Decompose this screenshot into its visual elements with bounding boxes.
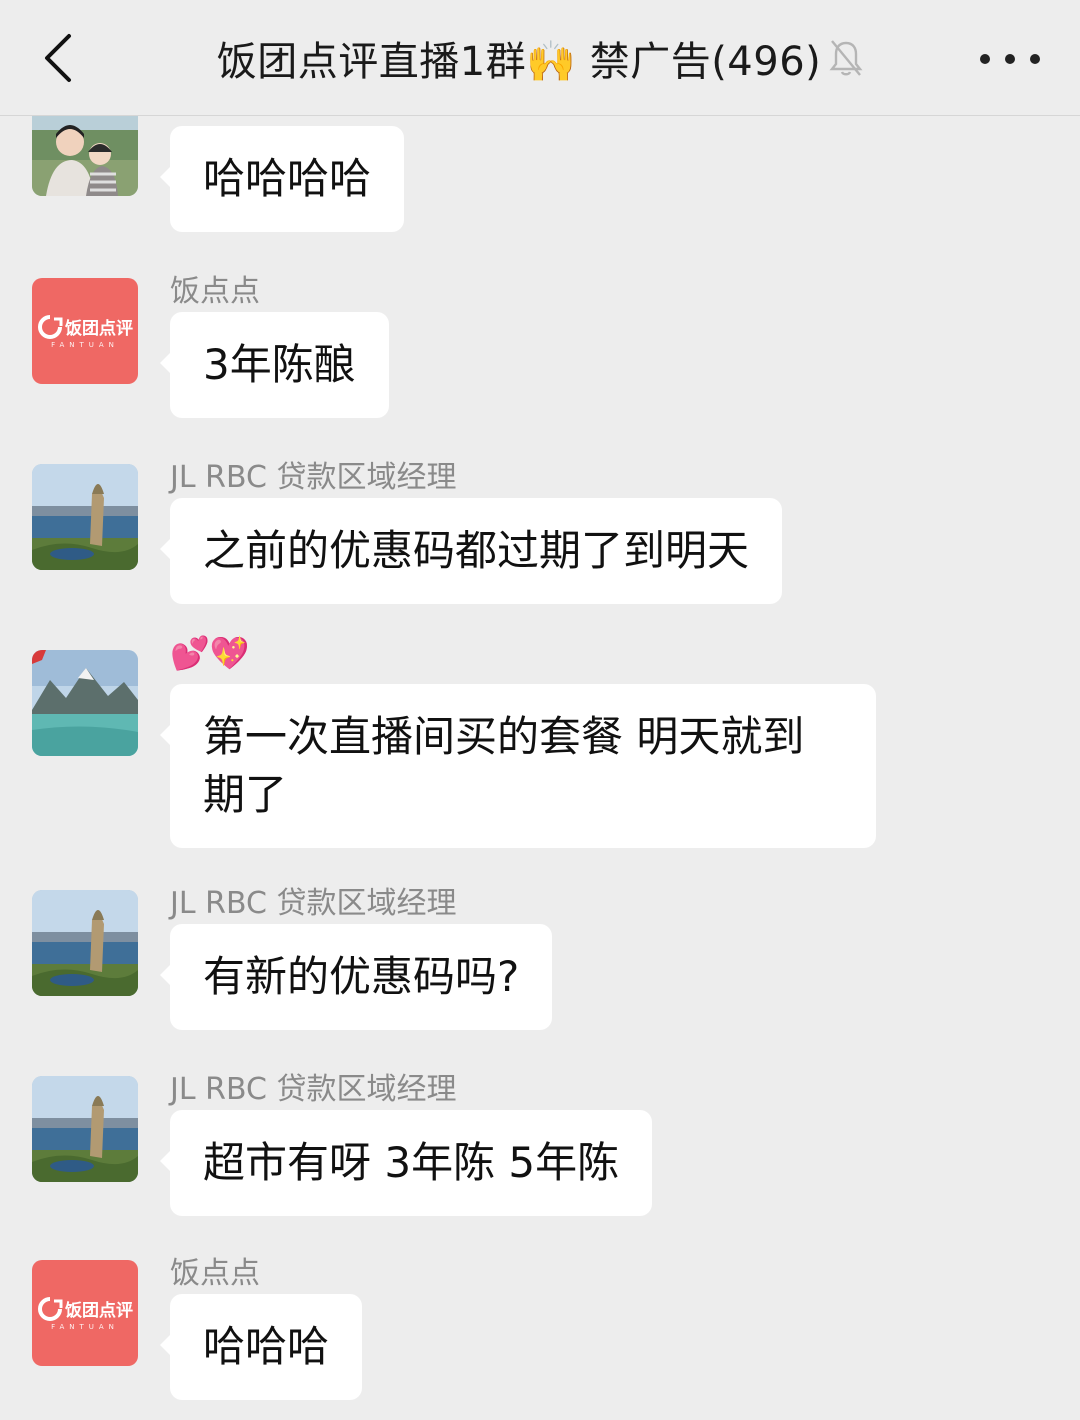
- brand-name: 饭团点评: [65, 1301, 133, 1321]
- brand-sub: FANTUAN: [51, 340, 119, 349]
- message-text: 哈哈哈: [203, 1322, 330, 1371]
- sender-name: JL RBC 贷款区域经理: [170, 1072, 457, 1107]
- photo-avatar-lake-tree: [32, 1076, 138, 1182]
- sender-name: 💕💖: [170, 634, 250, 672]
- brand-name: 饭团点评: [65, 319, 133, 339]
- avatar[interactable]: 饭团点评 FANTUAN: [32, 1260, 138, 1366]
- sender-name: 饭点点: [170, 1256, 260, 1291]
- more-button[interactable]: [980, 34, 1040, 84]
- message-list[interactable]: 哈哈哈哈 饭团点评 FANTUAN 饭点点 3年陈酿 JL RBC 贷款区域经理…: [0, 116, 1080, 1420]
- message-bubble[interactable]: 3年陈酿: [160, 312, 389, 418]
- message-bubble[interactable]: 哈哈哈哈: [159, 126, 405, 232]
- photo-avatar-family: [32, 116, 138, 196]
- more-dot: [1030, 54, 1040, 64]
- bell-slash-icon: [829, 38, 863, 78]
- sender-name: JL RBC 贷款区域经理: [170, 460, 457, 495]
- message-text: 有新的优惠码吗?: [203, 952, 520, 1001]
- back-button[interactable]: [30, 28, 86, 88]
- avatar[interactable]: [32, 116, 138, 196]
- message-bubble[interactable]: 第一次直播间买的套餐 明天就到期了: [160, 684, 876, 848]
- chat-title: 饭团点评直播1群🙌 禁广告(496): [216, 38, 822, 85]
- message-bubble[interactable]: 哈哈哈: [159, 1294, 363, 1400]
- sender-name: JL RBC 贷款区域经理: [170, 886, 457, 921]
- message-bubble[interactable]: 之前的优惠码都过期了到明天: [159, 498, 783, 604]
- more-dot: [1005, 54, 1015, 64]
- message-bubble[interactable]: 超市有呀 3年陈 5年陈: [159, 1110, 653, 1216]
- message-text: 哈哈哈哈: [203, 154, 372, 203]
- chat-header: 饭团点评直播1群🙌 禁广告(496): [0, 0, 1080, 116]
- avatar[interactable]: [32, 650, 138, 756]
- message-bubble[interactable]: 有新的优惠码吗?: [159, 924, 553, 1030]
- fantuan-logo-avatar: 饭团点评: [37, 314, 133, 340]
- fantuan-logo-icon: [38, 314, 63, 339]
- sender-name: 饭点点: [170, 274, 260, 309]
- more-dot: [980, 54, 990, 64]
- message-text: 第一次直播间买的套餐 明天就到期了: [203, 712, 805, 819]
- message-text: 3年陈酿: [203, 340, 356, 389]
- avatar[interactable]: 饭团点评 FANTUAN: [32, 278, 138, 384]
- fantuan-logo-icon: [38, 1296, 63, 1321]
- avatar[interactable]: [32, 890, 138, 996]
- message-text: 超市有呀 3年陈 5年陈: [203, 1138, 620, 1187]
- chevron-left-icon: [45, 34, 71, 82]
- fantuan-logo-avatar: 饭团点评: [37, 1296, 133, 1322]
- photo-avatar-mountain-lake: [32, 650, 138, 756]
- message-text: 之前的优惠码都过期了到明天: [203, 526, 750, 575]
- avatar[interactable]: [32, 1076, 138, 1182]
- title-wrap: 饭团点评直播1群🙌 禁广告(496): [150, 0, 930, 115]
- avatar[interactable]: [32, 464, 138, 570]
- photo-avatar-lake-tree: [32, 890, 138, 996]
- brand-sub: FANTUAN: [51, 1322, 119, 1331]
- photo-avatar-lake-tree: [32, 464, 138, 570]
